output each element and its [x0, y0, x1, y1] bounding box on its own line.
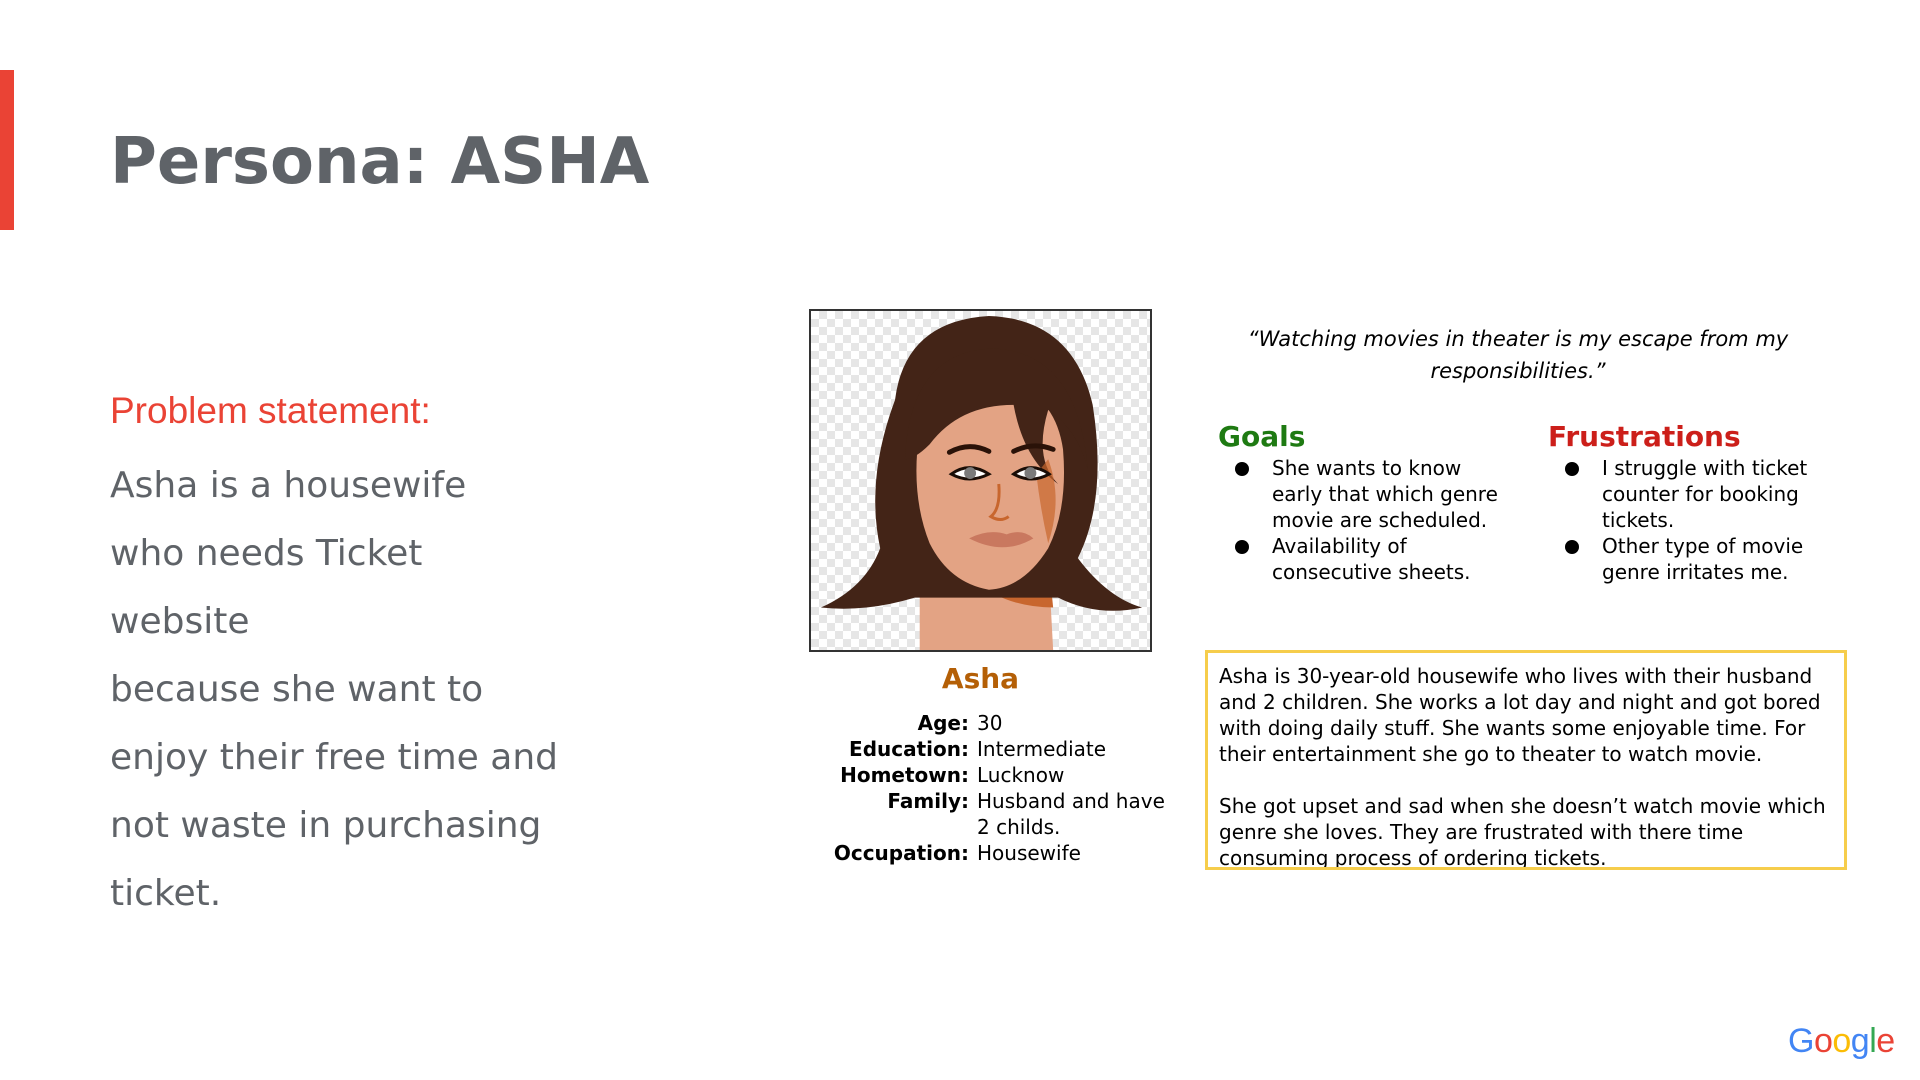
frustration-text: Other type of movie genre irritates me. — [1602, 534, 1804, 584]
persona-name: Asha — [941, 662, 1020, 695]
detail-label: Age: — [917, 711, 969, 735]
logo-letter: o — [1813, 1022, 1833, 1060]
bullet-icon — [1565, 540, 1579, 554]
problem-line: because she want to — [110, 669, 484, 710]
problem-line: ticket. — [110, 873, 222, 914]
detail-row-hometown: Hometown: Lucknow — [820, 762, 1180, 788]
persona-portrait — [809, 309, 1152, 652]
slide-title: Persona: ASHA — [110, 125, 649, 199]
google-logo: Google — [1788, 1022, 1895, 1061]
logo-letter: e — [1876, 1022, 1895, 1060]
logo-letter: G — [1788, 1022, 1814, 1060]
detail-row-family: Family: Husband and have 2 childs. — [820, 788, 1180, 840]
persona-quote: “Watching movies in theater is my escape… — [1247, 327, 1789, 383]
frustration-item: Other type of movie genre irritates me. — [1562, 533, 1842, 585]
problem-statement-text: Asha is a housewife who needs Ticket web… — [110, 452, 670, 928]
detail-row-education: Education: Intermediate — [820, 736, 1180, 762]
detail-label: Family: — [887, 789, 969, 813]
goals-heading: Goals — [1218, 420, 1306, 453]
bullet-icon — [1235, 462, 1249, 476]
detail-row-occupation: Occupation: Housewife — [820, 840, 1180, 866]
persona-bio: Asha is 30-year-old housewife who lives … — [1205, 650, 1847, 870]
detail-value: Intermediate — [977, 737, 1107, 761]
goals-list: She wants to know early that which genre… — [1232, 455, 1512, 585]
title-prefix: Persona: — [110, 125, 451, 199]
accent-bar — [0, 70, 14, 230]
detail-row-age: Age: 30 — [820, 710, 1180, 736]
title-name: ASHA — [450, 125, 650, 199]
frustration-item: I struggle with ticket counter for booki… — [1562, 455, 1842, 533]
detail-label: Education: — [849, 737, 969, 761]
frustrations-list: I struggle with ticket counter for booki… — [1562, 455, 1842, 585]
bio-paragraph: She got upset and sad when she doesn’t w… — [1219, 794, 1826, 870]
goal-text: She wants to know early that which genre… — [1272, 456, 1498, 532]
detail-value: Housewife — [977, 841, 1081, 865]
woman-portrait-icon — [820, 315, 1143, 650]
problem-line: who needs Ticket — [110, 533, 423, 574]
goal-item: Availability of consecutive sheets. — [1232, 533, 1512, 585]
problem-line: Asha is a housewife — [110, 465, 467, 506]
frustration-text: I struggle with ticket counter for booki… — [1602, 456, 1808, 532]
problem-line: not waste in purchasing — [110, 805, 542, 846]
detail-label: Occupation: — [833, 841, 969, 865]
bullet-icon — [1235, 540, 1249, 554]
detail-value: 30 — [977, 711, 1003, 735]
logo-letter: g — [1850, 1022, 1870, 1060]
logo-letter: o — [1832, 1022, 1851, 1060]
goal-item: She wants to know early that which genre… — [1232, 455, 1512, 533]
bullet-icon — [1565, 462, 1579, 476]
bio-paragraph: Asha is 30-year-old housewife who lives … — [1219, 664, 1821, 766]
frustrations-heading: Frustrations — [1548, 420, 1741, 453]
goal-text: Availability of consecutive sheets. — [1272, 534, 1471, 584]
detail-value: Husband and have 2 childs. — [977, 789, 1165, 839]
detail-value: Lucknow — [977, 763, 1065, 787]
detail-label: Hometown: — [840, 763, 969, 787]
problem-line: website — [110, 601, 250, 642]
problem-line: enjoy their free time and — [110, 737, 558, 778]
persona-details: Age: 30 Education: Intermediate Hometown… — [820, 710, 1180, 866]
problem-statement-heading: Problem statement: — [110, 390, 431, 431]
